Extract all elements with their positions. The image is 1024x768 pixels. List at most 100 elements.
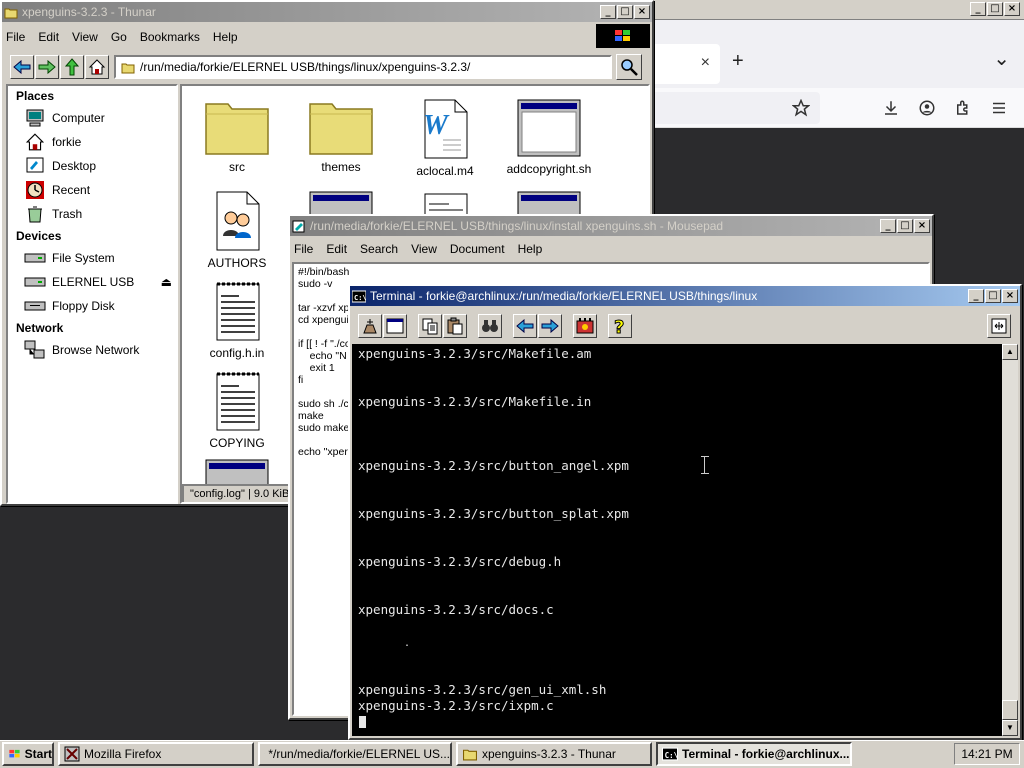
task-mousepad[interactable]: */run/media/forkie/ELERNEL US...: [258, 742, 452, 766]
sidebar-item-forkie[interactable]: forkie: [8, 130, 176, 154]
task-label: Terminal - forkie@archlinux...: [682, 747, 850, 761]
search-button[interactable]: [616, 54, 642, 80]
mousepad-menubar: File Edit Search View Document Help: [290, 238, 932, 260]
new-tab-button[interactable]: +: [732, 50, 744, 73]
menu-file[interactable]: File: [6, 30, 25, 44]
sidebar-item-file-system[interactable]: File System: [8, 246, 176, 270]
location-bar[interactable]: /run/media/forkie/ELERNEL USB/things/lin…: [114, 55, 612, 79]
svg-text:?: ?: [614, 317, 624, 336]
file-item-src[interactable]: src: [192, 98, 282, 174]
sidebar-item-computer[interactable]: Computer: [8, 106, 176, 130]
back-button[interactable]: [10, 55, 34, 79]
new-tab-icon: [363, 319, 377, 334]
new-tab-button[interactable]: [358, 314, 382, 338]
up-button[interactable]: [60, 55, 84, 79]
file-item-addcopyright[interactable]: addcopyright.sh: [504, 98, 594, 176]
menu-view[interactable]: View: [72, 30, 98, 44]
new-window-button[interactable]: [383, 314, 407, 338]
firefox-minimize-button[interactable]: _: [970, 2, 986, 16]
task-firefox[interactable]: Mozilla Firefox: [58, 742, 254, 766]
terminal-maximize-button[interactable]: □: [985, 289, 1001, 303]
terminal-scrollbar[interactable]: ▲ ▼: [1002, 344, 1018, 736]
mousepad-close-button[interactable]: ×: [914, 219, 930, 233]
previous-tab-button[interactable]: [513, 314, 537, 338]
start-button[interactable]: Start: [2, 742, 54, 766]
firefox-tab[interactable]: ×: [650, 44, 720, 84]
hamburger-menu-icon[interactable]: [990, 99, 1008, 117]
sidebar-item-elernel-usb[interactable]: ELERNEL USB ⏏: [8, 270, 176, 294]
sidebar-label: forkie: [52, 135, 82, 149]
eject-icon[interactable]: ⏏: [161, 275, 172, 289]
menu-document[interactable]: Document: [450, 242, 505, 256]
fullscreen-button[interactable]: [987, 314, 1011, 338]
terminal-titlebar[interactable]: C:\ Terminal - forkie@archlinux:/run/med…: [350, 286, 1020, 306]
terminal-line: xpenguins-3.2.3/src/Makefile.am: [358, 346, 592, 361]
find-button[interactable]: [478, 314, 502, 338]
sidebar-item-floppy-disk[interactable]: Floppy Disk: [8, 294, 176, 318]
terminal-toolbar: ?: [358, 312, 1016, 340]
account-icon[interactable]: [918, 99, 936, 117]
mousepad-titlebar[interactable]: /run/media/forkie/ELERNEL USB/things/lin…: [290, 216, 932, 236]
terminal-line: xpenguins-3.2.3/src/ixpm.c: [358, 698, 554, 713]
terminal-close-button[interactable]: ×: [1002, 289, 1018, 303]
menu-edit[interactable]: Edit: [38, 30, 59, 44]
tab-close-icon[interactable]: ×: [701, 54, 710, 72]
sidebar-item-trash[interactable]: Trash: [8, 202, 176, 226]
thunar-close-button[interactable]: ×: [634, 5, 650, 19]
menu-view[interactable]: View: [411, 242, 437, 256]
file-item-themes[interactable]: themes: [296, 98, 386, 174]
menu-file[interactable]: File: [294, 242, 313, 256]
downloads-icon[interactable]: [882, 99, 900, 117]
floppy-icon: [24, 301, 46, 311]
terminal-minimize-button[interactable]: _: [968, 289, 984, 303]
sidebar-label: File System: [52, 251, 115, 265]
terminal-window: C:\ Terminal - forkie@archlinux:/run/med…: [348, 284, 1022, 740]
thunar-minimize-button[interactable]: _: [600, 5, 616, 19]
thunar-maximize-button[interactable]: □: [617, 5, 633, 19]
mousepad-minimize-button[interactable]: _: [880, 219, 896, 233]
copy-button[interactable]: [418, 314, 442, 338]
menu-go[interactable]: Go: [111, 30, 127, 44]
paste-button[interactable]: [443, 314, 467, 338]
tab-list-button[interactable]: ⌄: [993, 46, 1010, 71]
bookmark-star-icon[interactable]: [792, 99, 810, 117]
sidebar-item-browse-network[interactable]: Browse Network: [8, 338, 176, 362]
status-text: "config.log" | 9.0 KiB: [190, 488, 290, 500]
terminal-icon: C:\: [662, 747, 678, 761]
mousepad-maximize-button[interactable]: □: [897, 219, 913, 233]
url-bar[interactable]: [650, 92, 820, 124]
preferences-button[interactable]: [573, 314, 597, 338]
sidebar-item-desktop[interactable]: Desktop: [8, 154, 176, 178]
file-item-config-h-in[interactable]: config.h.in: [192, 280, 282, 360]
menu-help[interactable]: Help: [518, 242, 543, 256]
next-tab-button[interactable]: [538, 314, 562, 338]
file-item-copying[interactable]: COPYING: [192, 370, 282, 450]
file-item-aclocal[interactable]: W aclocal.m4: [400, 98, 490, 178]
firefox-maximize-button[interactable]: □: [987, 2, 1003, 16]
firefox-close-button[interactable]: ×: [1004, 2, 1020, 16]
system-tray-clock[interactable]: 14:21 PM: [954, 743, 1020, 765]
menu-bookmarks[interactable]: Bookmarks: [140, 30, 200, 44]
windows-logo-icon: [615, 30, 630, 41]
menu-help[interactable]: Help: [213, 30, 238, 44]
file-label: themes: [321, 160, 361, 174]
file-item-authors[interactable]: AUTHORS: [192, 190, 282, 270]
task-terminal[interactable]: C:\ Terminal - forkie@archlinux...: [656, 742, 852, 766]
scroll-thumb[interactable]: [1002, 700, 1018, 720]
sidebar-item-recent[interactable]: Recent: [8, 178, 176, 202]
file-label: src: [229, 160, 245, 174]
firefox-icon: [64, 746, 80, 762]
forward-button[interactable]: [35, 55, 59, 79]
menu-search[interactable]: Search: [360, 242, 398, 256]
help-button[interactable]: ?: [608, 314, 632, 338]
scroll-down-button[interactable]: ▼: [1002, 720, 1018, 736]
extensions-icon[interactable]: [954, 99, 972, 117]
home-button[interactable]: [85, 55, 109, 79]
terminal-cursor: [359, 716, 366, 728]
scroll-up-button[interactable]: ▲: [1002, 344, 1018, 360]
terminal-screen[interactable]: xpenguins-3.2.3/src/Makefile.am xpenguin…: [352, 344, 1018, 736]
task-thunar[interactable]: xpenguins-3.2.3 - Thunar: [456, 742, 652, 766]
arrow-right-icon: [38, 60, 56, 74]
menu-edit[interactable]: Edit: [326, 242, 347, 256]
thunar-titlebar[interactable]: xpenguins-3.2.3 - Thunar _ □ ×: [2, 2, 652, 22]
